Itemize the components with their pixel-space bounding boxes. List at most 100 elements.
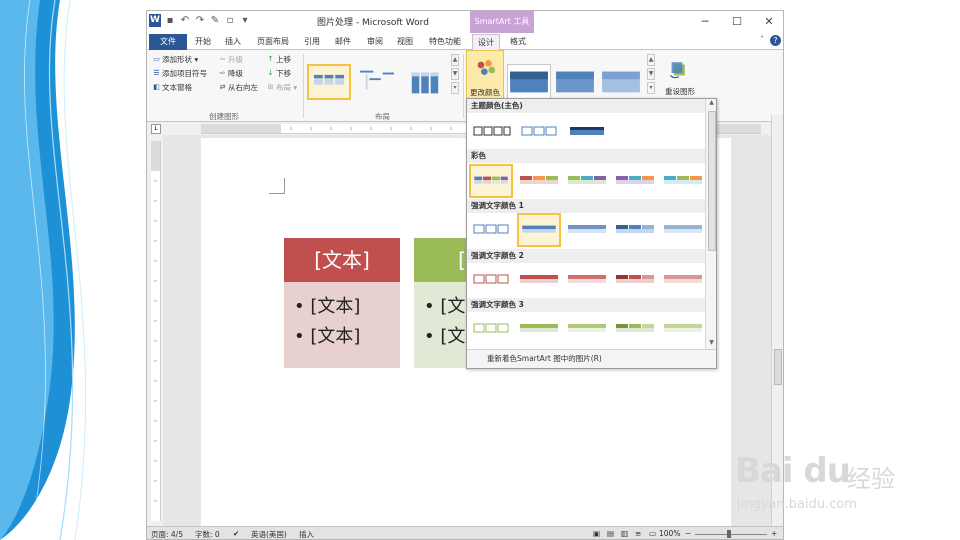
color-accent3-4[interactable] [613, 312, 657, 346]
zoom-slider-handle[interactable] [727, 530, 731, 538]
layout-gallery-more[interactable]: ▾ [451, 82, 459, 94]
style-gallery-down[interactable]: ▼ [647, 68, 655, 80]
color-colorful-4[interactable] [613, 164, 657, 198]
color-colorful-5[interactable] [661, 164, 705, 198]
section-accent-3: 强调文字颜色 3 [467, 298, 705, 312]
color-accent3-3[interactable] [565, 312, 609, 346]
spell-check-icon[interactable]: ✔ [233, 529, 239, 538]
add-shape-button[interactable]: ▭ 添加形状 ▾ [153, 54, 198, 65]
tab-format[interactable]: 格式 [505, 34, 531, 50]
tab-design[interactable]: 设计 [472, 34, 500, 50]
gallery-scrollbar-thumb[interactable] [708, 111, 716, 251]
layout-option-2[interactable] [355, 64, 399, 100]
save-icon[interactable]: ▪ [164, 14, 176, 27]
color-accent2-1[interactable] [469, 263, 513, 297]
layout-option-3[interactable] [403, 64, 447, 100]
maximize-button[interactable]: ☐ [721, 11, 753, 33]
tab-file[interactable]: 文件 [149, 34, 187, 50]
style-option-3[interactable] [599, 64, 643, 100]
print-layout-icon[interactable]: ▣ [593, 529, 600, 538]
gallery-scrollbar[interactable]: ▲ ▼ [705, 99, 716, 349]
tab-review[interactable]: 审阅 [363, 34, 387, 50]
web-layout-icon[interactable]: ▥ [621, 529, 628, 538]
layout-gallery-down[interactable]: ▼ [451, 68, 459, 80]
outline-view-icon[interactable]: ≡ [635, 529, 641, 538]
layout-option-1[interactable] [307, 64, 351, 100]
text-pane-button[interactable]: ◧ 文本窗格 [153, 82, 192, 93]
promote-button[interactable]: ⇦ 升级 [219, 54, 243, 65]
color-colorful-3[interactable] [565, 164, 609, 198]
undo-icon[interactable]: ↶ [179, 14, 191, 27]
tab-page-layout[interactable]: 页面布局 [253, 34, 293, 50]
help-icon[interactable]: ? [770, 35, 781, 46]
smartart-card-1[interactable]: [文本] • [文本] • [文本] [284, 238, 400, 368]
layout-gallery-up[interactable]: ▲ [451, 54, 459, 66]
format-painter-icon[interactable]: ✎ [209, 14, 221, 27]
tab-view[interactable]: 视图 [393, 34, 417, 50]
color-accent1-1[interactable] [469, 213, 513, 247]
color-accent1-2[interactable] [517, 213, 561, 247]
recolor-pictures-option[interactable]: 重新着色SmartArt 图中的图片(R) [467, 349, 716, 368]
gallery-scroll-down-icon[interactable]: ▼ [706, 339, 716, 349]
change-colors-gallery: 主题颜色(主色) 彩色 强调文字颜色 1 强调文字颜色 2 强调文字颜色 3 ▲… [466, 98, 717, 369]
right-to-left-button[interactable]: ⇄ 从右向左 [219, 82, 258, 93]
tab-home[interactable]: 开始 [191, 34, 215, 50]
color-colorful-1[interactable] [469, 164, 513, 198]
zoom-slider[interactable] [695, 534, 767, 535]
color-accent2-3[interactable] [565, 263, 609, 297]
color-accent2-4-swatch [616, 275, 654, 283]
color-accent3-1[interactable] [469, 312, 513, 346]
color-accent2-5[interactable] [661, 263, 705, 297]
close-button[interactable]: ✕ [753, 11, 783, 33]
card-1-title[interactable]: [文本] [284, 238, 400, 282]
style-gallery-up[interactable]: ▲ [647, 54, 655, 66]
color-accent1-3[interactable] [565, 213, 609, 247]
color-primary-1[interactable] [469, 115, 513, 149]
card-1-body[interactable]: • [文本] • [文本] [284, 282, 400, 368]
color-accent2-4[interactable] [613, 263, 657, 297]
demote-button[interactable]: ⇨ 降级 [219, 68, 243, 79]
language-indicator[interactable]: 英语(美国) [251, 529, 287, 539]
page-count[interactable]: 页面: 4/5 [151, 529, 183, 539]
minimize-button[interactable]: ─ [689, 11, 721, 33]
color-accent1-4[interactable] [613, 213, 657, 247]
color-primary-2[interactable] [517, 115, 561, 149]
word-count[interactable]: 字数: 0 [195, 529, 220, 539]
move-up-label: 上移 [276, 55, 291, 64]
minimize-ribbon-icon[interactable]: ˄ [760, 35, 764, 46]
customize-qat-icon[interactable]: ▾ [239, 14, 251, 27]
zoom-level[interactable]: 100% [659, 529, 680, 538]
zoom-in-icon[interactable]: + [771, 529, 777, 538]
color-colorful-2[interactable] [517, 164, 561, 198]
color-accent2-2[interactable] [517, 263, 561, 297]
scrollbar-thumb[interactable] [774, 349, 782, 385]
tab-special-features[interactable]: 特色功能 [425, 34, 465, 50]
reset-graphic-label: 重设图形 [665, 87, 695, 96]
color-accent1-5[interactable] [661, 213, 705, 247]
move-up-button[interactable]: ↑ 上移 [267, 54, 291, 65]
add-shape-label: 添加形状 ▾ [162, 55, 199, 64]
gallery-scroll-up-icon[interactable]: ▲ [706, 99, 716, 109]
draft-view-icon[interactable]: ▭ [649, 529, 656, 538]
layout-dropdown[interactable]: ⊞ 布局 ▾ [267, 82, 298, 93]
zoom-out-icon[interactable]: − [685, 529, 691, 538]
full-screen-reading-icon[interactable]: ▤ [607, 529, 614, 538]
ruler-tab-selector[interactable]: L [151, 124, 161, 134]
move-down-button[interactable]: ↓ 下移 [267, 68, 291, 79]
new-document-icon[interactable]: ▫ [224, 14, 236, 27]
color-accent3-5[interactable] [661, 312, 705, 346]
tab-mailings[interactable]: 邮件 [331, 34, 355, 50]
redo-icon[interactable]: ↷ [194, 14, 206, 27]
insert-mode-indicator[interactable]: 插入 [299, 529, 314, 539]
tab-insert[interactable]: 插入 [221, 34, 245, 50]
color-primary-3[interactable] [565, 115, 609, 149]
color-accent2-3-swatch [568, 275, 606, 283]
baidu-jingyan-watermark: Bai du 经验 jingyan.baidu.com [735, 445, 935, 520]
tab-references[interactable]: 引用 [300, 34, 324, 50]
style-gallery-more[interactable]: ▾ [647, 82, 655, 94]
style-option-2[interactable] [553, 64, 597, 100]
color-accent3-2[interactable] [517, 312, 561, 346]
add-bullet-button[interactable]: ☰ 添加项目符号 [153, 68, 207, 79]
style-option-1[interactable] [507, 64, 551, 100]
title-bar: W ▪ ↶ ↷ ✎ ▫ ▾ 图片处理 - Microsoft Word Smar… [147, 11, 783, 33]
